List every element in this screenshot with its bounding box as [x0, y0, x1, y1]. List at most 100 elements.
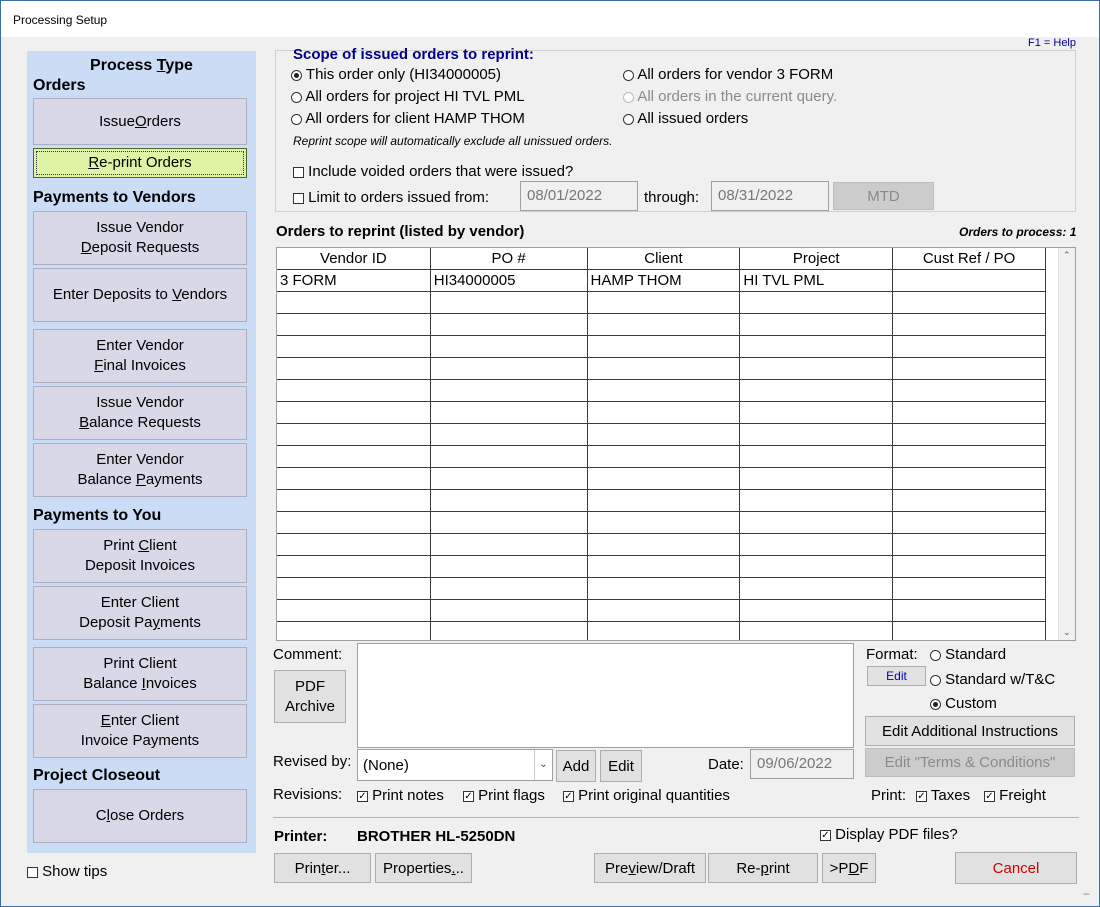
table-cell[interactable] — [429, 533, 588, 556]
comment-textarea[interactable] — [357, 643, 854, 748]
resize-grip-icon[interactable]: − — [1083, 887, 1090, 901]
table-cell[interactable] — [739, 313, 894, 336]
table-row[interactable] — [277, 423, 1046, 446]
table-cell[interactable] — [586, 335, 741, 358]
table-cell[interactable] — [892, 313, 1046, 336]
table-cell[interactable] — [277, 357, 431, 380]
format-standard-radio[interactable]: Standard — [930, 646, 1006, 663]
show-tips-check-icon[interactable] — [27, 866, 38, 878]
table-cell[interactable] — [739, 599, 894, 622]
table-cell[interactable] — [892, 599, 1046, 622]
enter-vendor-balance-button[interactable]: Enter Vendor Balance Payments — [33, 443, 247, 497]
table-cell[interactable] — [586, 577, 741, 600]
checkmark-icon[interactable]: ✓ — [984, 790, 995, 802]
table-cell[interactable] — [739, 467, 894, 490]
enter-deposits-vendors-button[interactable]: Enter Deposits to Vendors — [33, 268, 247, 322]
from-date-input[interactable]: 08/01/2022 — [520, 181, 638, 211]
column-header-vendor-id[interactable]: Vendor ID — [277, 248, 431, 270]
enter-vendor-final-button[interactable]: Enter Vendor Final Invoices — [33, 329, 247, 383]
checkmark-icon[interactable]: ✓ — [563, 790, 574, 802]
cell-project[interactable]: HI TVL PML — [739, 269, 894, 292]
radio-icon[interactable] — [291, 113, 302, 125]
table-cell[interactable] — [429, 291, 588, 314]
table-cell[interactable] — [277, 577, 431, 600]
table-row[interactable] — [277, 489, 1046, 512]
checkmark-icon[interactable]: ✓ — [357, 790, 368, 802]
table-row[interactable] — [277, 313, 1046, 336]
table-cell[interactable] — [586, 511, 741, 534]
print-original-checkbox[interactable]: ✓ Print original quantities — [563, 787, 730, 804]
scope-vendor-radio[interactable]: All orders for vendor 3 FORM — [623, 66, 833, 83]
display-pdf-checkbox[interactable]: ✓ Display PDF files? — [820, 826, 958, 843]
table-cell[interactable] — [277, 423, 431, 446]
table-cell[interactable] — [277, 533, 431, 556]
print-flags-checkbox[interactable]: ✓ Print flags — [463, 787, 545, 804]
table-cell[interactable] — [586, 621, 741, 640]
table-cell[interactable] — [277, 335, 431, 358]
table-cell[interactable] — [429, 445, 588, 468]
format-edit-button[interactable]: Edit — [867, 666, 926, 686]
table-cell[interactable] — [586, 401, 741, 424]
format-custom-radio[interactable]: Custom — [930, 695, 997, 712]
table-cell[interactable] — [277, 401, 431, 424]
table-cell[interactable] — [586, 379, 741, 402]
table-row[interactable] — [277, 467, 1046, 490]
radio-icon[interactable] — [930, 674, 941, 686]
table-row[interactable] — [277, 445, 1046, 468]
table-cell[interactable] — [429, 335, 588, 358]
table-cell[interactable] — [277, 621, 431, 640]
table-row[interactable] — [277, 577, 1046, 600]
table-cell[interactable] — [586, 291, 741, 314]
table-cell[interactable] — [586, 357, 741, 380]
print-client-balance-button[interactable]: Print Client Balance Invoices — [33, 647, 247, 701]
scroll-up-icon[interactable]: ⌃ — [1063, 250, 1071, 261]
printer-button[interactable]: Printer... — [274, 853, 371, 883]
table-cell[interactable] — [892, 335, 1046, 358]
table-cell[interactable] — [429, 379, 588, 402]
table-cell[interactable] — [586, 555, 741, 578]
table-cell[interactable] — [892, 291, 1046, 314]
cell-vendor-id[interactable]: 3 FORM — [277, 269, 431, 292]
table-cell[interactable] — [277, 291, 431, 314]
edit-terms-button[interactable]: Edit "Terms & Conditions" — [865, 748, 1075, 777]
table-cell[interactable] — [892, 577, 1046, 600]
table-cell[interactable] — [586, 599, 741, 622]
table-row[interactable] — [277, 291, 1046, 314]
table-cell[interactable] — [277, 467, 431, 490]
scope-this-order-radio[interactable]: This order only (HI34000005) — [291, 66, 501, 83]
column-header-cust-ref[interactable]: Cust Ref / PO — [892, 248, 1046, 270]
table-cell[interactable] — [739, 445, 894, 468]
table-cell[interactable] — [429, 467, 588, 490]
table-cell[interactable] — [277, 511, 431, 534]
close-orders-button[interactable]: Close Orders — [33, 789, 247, 843]
radio-icon[interactable] — [623, 69, 634, 81]
table-cell[interactable] — [277, 313, 431, 336]
table-row[interactable] — [277, 533, 1046, 556]
table-cell[interactable] — [277, 489, 431, 512]
scroll-down-icon[interactable]: ⌄ — [1063, 627, 1071, 638]
table-row[interactable] — [277, 511, 1046, 534]
table-cell[interactable] — [739, 291, 894, 314]
table-cell[interactable] — [892, 621, 1046, 640]
issue-orders-button[interactable]: Issue Orders — [33, 98, 247, 145]
table-cell[interactable] — [892, 489, 1046, 512]
issue-vendor-balance-button[interactable]: Issue Vendor Balance Requests — [33, 386, 247, 440]
table-row[interactable] — [277, 357, 1046, 380]
table-cell[interactable] — [586, 313, 741, 336]
table-cell[interactable] — [892, 357, 1046, 380]
table-cell[interactable] — [739, 511, 894, 534]
table-cell[interactable] — [892, 511, 1046, 534]
table-cell[interactable] — [586, 445, 741, 468]
cell-client[interactable]: HAMP THOM — [586, 269, 741, 292]
mtd-button[interactable]: MTD — [833, 182, 934, 210]
taxes-checkbox[interactable]: ✓ Taxes — [916, 787, 970, 804]
revised-by-select[interactable]: (None) ⌄ — [357, 749, 553, 781]
reprint-button[interactable]: Re-print — [708, 853, 818, 883]
issue-vendor-deposit-button[interactable]: Issue Vendor Deposit Requests — [33, 211, 247, 265]
cancel-button[interactable]: Cancel — [955, 852, 1077, 884]
edit-additional-instructions-button[interactable]: Edit Additional Instructions — [865, 716, 1075, 746]
scope-client-radio[interactable]: All orders for client HAMP THOM — [291, 110, 525, 127]
table-cell[interactable] — [429, 313, 588, 336]
radio-icon[interactable] — [623, 113, 634, 125]
grid-scrollbar[interactable]: ⌃ ⌄ — [1058, 248, 1075, 640]
